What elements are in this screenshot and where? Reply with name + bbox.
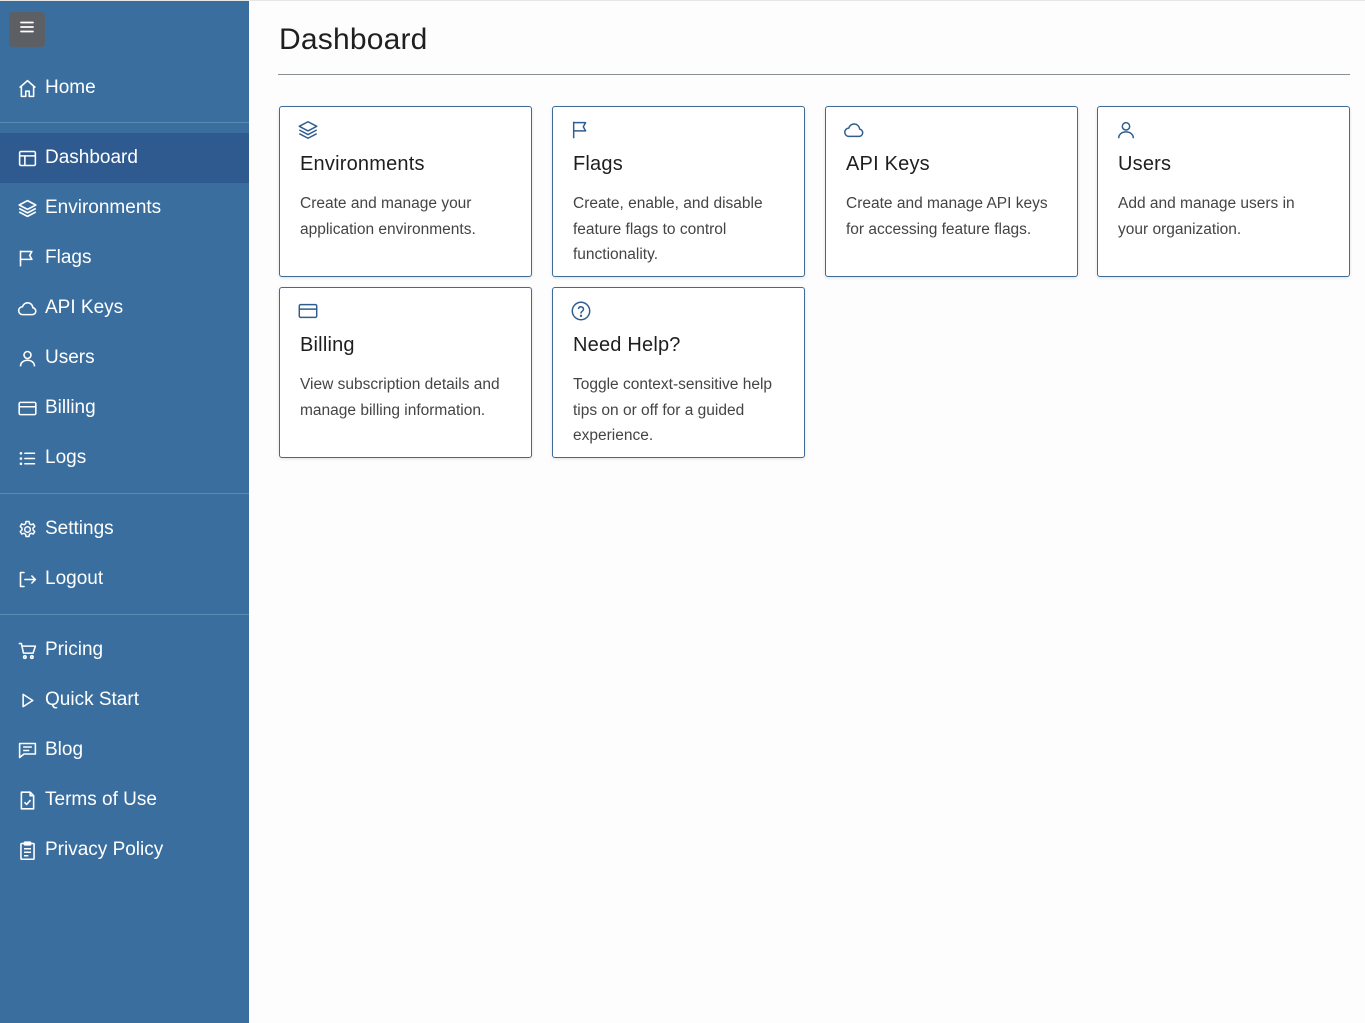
sidebar-divider bbox=[0, 614, 249, 615]
chat-text-icon bbox=[16, 739, 38, 761]
home-icon bbox=[16, 77, 38, 99]
sidebar-item-quick-start[interactable]: Quick Start bbox=[0, 675, 249, 725]
sidebar-item-pricing[interactable]: Pricing bbox=[0, 625, 249, 675]
sidebar-divider bbox=[0, 493, 249, 494]
document-check-icon bbox=[16, 789, 38, 811]
sidebar-item-label: Logout bbox=[45, 568, 104, 589]
sidebar: Home Dashboard Environments Flags API Ke… bbox=[0, 1, 249, 1023]
app-root: Home Dashboard Environments Flags API Ke… bbox=[0, 0, 1365, 1023]
clipboard-icon bbox=[16, 839, 38, 861]
card-title: Need Help? bbox=[573, 334, 681, 356]
sidebar-item-label: Quick Start bbox=[45, 689, 139, 710]
layers-icon bbox=[297, 119, 319, 141]
card-description: Create and manage API keys for accessing… bbox=[846, 195, 1048, 238]
card-flags[interactable]: Flags Create, enable, and disable featur… bbox=[552, 106, 805, 277]
sidebar-item-privacy[interactable]: Privacy Policy bbox=[0, 825, 249, 875]
sidebar-item-label: Dashboard bbox=[45, 147, 138, 168]
sidebar-item-environments[interactable]: Environments bbox=[0, 183, 249, 233]
sidebar-item-logs[interactable]: Logs bbox=[0, 433, 249, 483]
sidebar-item-label: Home bbox=[45, 77, 96, 98]
card-description: Add and manage users in your organizatio… bbox=[1118, 195, 1295, 238]
sidebar-item-flags[interactable]: Flags bbox=[0, 233, 249, 283]
sidebar-item-label: Users bbox=[45, 347, 95, 368]
card-environments[interactable]: Environments Create and manage your appl… bbox=[279, 106, 532, 277]
main-content: Dashboard Environments Create and manage… bbox=[249, 1, 1365, 1023]
credit-card-icon bbox=[297, 300, 319, 322]
card-description: View subscription details and manage bil… bbox=[300, 376, 500, 419]
list-icon bbox=[16, 447, 38, 469]
cart-icon bbox=[16, 639, 38, 661]
user-icon bbox=[16, 347, 38, 369]
sidebar-item-billing[interactable]: Billing bbox=[0, 383, 249, 433]
card-description: Create, enable, and disable feature flag… bbox=[573, 195, 763, 263]
gear-icon bbox=[16, 518, 38, 540]
sidebar-item-label: Terms of Use bbox=[45, 789, 157, 810]
credit-card-icon bbox=[16, 397, 38, 419]
card-title: Billing bbox=[300, 334, 355, 356]
play-icon bbox=[16, 689, 38, 711]
card-title: Users bbox=[1118, 153, 1172, 175]
sidebar-item-label: Pricing bbox=[45, 639, 104, 660]
sidebar-item-label: Flags bbox=[45, 247, 92, 268]
sidebar-item-terms[interactable]: Terms of Use bbox=[0, 775, 249, 825]
sidebar-item-users[interactable]: Users bbox=[0, 333, 249, 383]
sidebar-item-label: Settings bbox=[45, 518, 114, 539]
sidebar-item-label: API Keys bbox=[45, 297, 124, 318]
cloud-icon bbox=[843, 119, 865, 141]
flag-icon bbox=[16, 247, 38, 269]
sidebar-item-label: Privacy Policy bbox=[45, 839, 164, 860]
sidebar-item-label: Environments bbox=[45, 197, 162, 218]
flag-icon bbox=[570, 119, 592, 141]
card-api-keys[interactable]: API Keys Create and manage API keys for … bbox=[825, 106, 1078, 277]
sidebar-divider bbox=[0, 122, 249, 123]
hamburger-icon bbox=[18, 18, 36, 41]
card-description: Create and manage your application envir… bbox=[300, 195, 476, 238]
sidebar-item-home[interactable]: Home bbox=[0, 63, 249, 113]
sidebar-item-logout[interactable]: Logout bbox=[0, 554, 249, 604]
card-title: Environments bbox=[300, 153, 425, 175]
question-circle-icon bbox=[570, 300, 592, 322]
cloud-icon bbox=[16, 297, 38, 319]
sidebar-item-dashboard[interactable]: Dashboard bbox=[0, 133, 249, 183]
sidebar-item-label: Blog bbox=[45, 739, 84, 760]
user-icon bbox=[1115, 119, 1137, 141]
sidebar-item-label: Logs bbox=[45, 447, 87, 468]
menu-toggle-button[interactable] bbox=[9, 12, 45, 47]
sidebar-item-label: Billing bbox=[45, 397, 96, 418]
card-users[interactable]: Users Add and manage users in your organ… bbox=[1097, 106, 1350, 277]
card-title: Flags bbox=[573, 153, 623, 175]
card-description: Toggle context-sensitive help tips on or… bbox=[573, 376, 773, 444]
sidebar-item-blog[interactable]: Blog bbox=[0, 725, 249, 775]
card-need-help[interactable]: Need Help? Toggle context-sensitive help… bbox=[552, 287, 805, 458]
card-title: API Keys bbox=[846, 153, 930, 175]
logout-icon bbox=[16, 568, 38, 590]
page-title: Dashboard bbox=[279, 23, 428, 56]
layers-icon bbox=[16, 197, 38, 219]
title-divider bbox=[278, 74, 1350, 75]
sidebar-item-settings[interactable]: Settings bbox=[0, 504, 249, 554]
sidebar-item-api-keys[interactable]: API Keys bbox=[0, 283, 249, 333]
dashboard-icon bbox=[16, 147, 38, 169]
card-billing[interactable]: Billing View subscription details and ma… bbox=[279, 287, 532, 458]
